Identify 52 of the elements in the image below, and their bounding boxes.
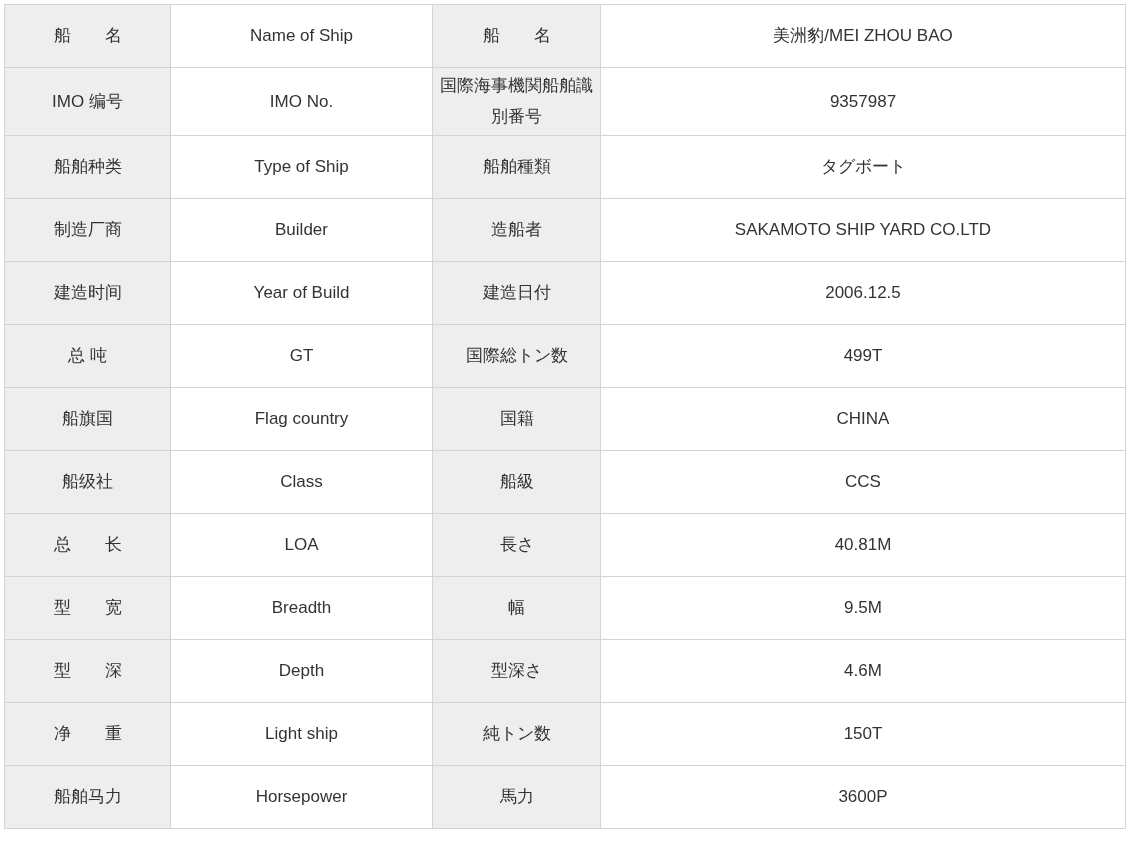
table-cell: 9.5M	[600, 576, 1126, 640]
row-label: 型深さ	[432, 639, 601, 703]
row-label: 总 长	[4, 513, 171, 577]
row-label: 型 宽	[4, 576, 171, 640]
row-label: LOA	[170, 513, 433, 577]
row-label: 船舶马力	[4, 765, 171, 829]
row-label: IMO 编号	[4, 67, 171, 136]
row-label: IMO No.	[170, 67, 433, 136]
table-cell: SAKAMOTO SHIP YARD CO.LTD	[600, 198, 1126, 262]
row-label: 总 吨	[4, 324, 171, 388]
row-label: 制造厂商	[4, 198, 171, 262]
table-cell: 3600P	[600, 765, 1126, 829]
row-label: 純トン数	[432, 702, 601, 766]
row-label: Depth	[170, 639, 433, 703]
row-label: Class	[170, 450, 433, 514]
row-label: 船舶種類	[432, 135, 601, 199]
table-cell: CHINA	[600, 387, 1126, 451]
row-label: 馬力	[432, 765, 601, 829]
row-label: 型 深	[4, 639, 171, 703]
table-cell: 美洲豹/MEI ZHOU BAO	[600, 4, 1126, 68]
table-cell: 499T	[600, 324, 1126, 388]
row-label: 幅	[432, 576, 601, 640]
row-label: 船 名	[432, 4, 601, 68]
row-label: Breadth	[170, 576, 433, 640]
table-cell: タグボート	[600, 135, 1126, 199]
table-cell: CCS	[600, 450, 1126, 514]
table-cell: 40.81M	[600, 513, 1126, 577]
row-label: 造船者	[432, 198, 601, 262]
row-label: Light ship	[170, 702, 433, 766]
table-cell: 9357987	[600, 67, 1126, 136]
row-label: Year of Build	[170, 261, 433, 325]
row-label: 建造时间	[4, 261, 171, 325]
row-label: 国籍	[432, 387, 601, 451]
row-label: 国際海事機関船舶識別番号	[432, 67, 601, 136]
row-label: Type of Ship	[170, 135, 433, 199]
row-label: Builder	[170, 198, 433, 262]
row-label: 建造日付	[432, 261, 601, 325]
row-label: 船级社	[4, 450, 171, 514]
row-label: Flag country	[170, 387, 433, 451]
table-cell: 2006.12.5	[600, 261, 1126, 325]
row-label: Name of Ship	[170, 4, 433, 68]
row-label: 船級	[432, 450, 601, 514]
row-label: 船舶种类	[4, 135, 171, 199]
row-label: 船旗国	[4, 387, 171, 451]
table-cell: 4.6M	[600, 639, 1126, 703]
row-label: Horsepower	[170, 765, 433, 829]
row-label: 長さ	[432, 513, 601, 577]
row-label: GT	[170, 324, 433, 388]
row-label: 船 名	[4, 4, 171, 68]
row-label: 净 重	[4, 702, 171, 766]
table-cell: 150T	[600, 702, 1126, 766]
row-label: 国際総トン数	[432, 324, 601, 388]
